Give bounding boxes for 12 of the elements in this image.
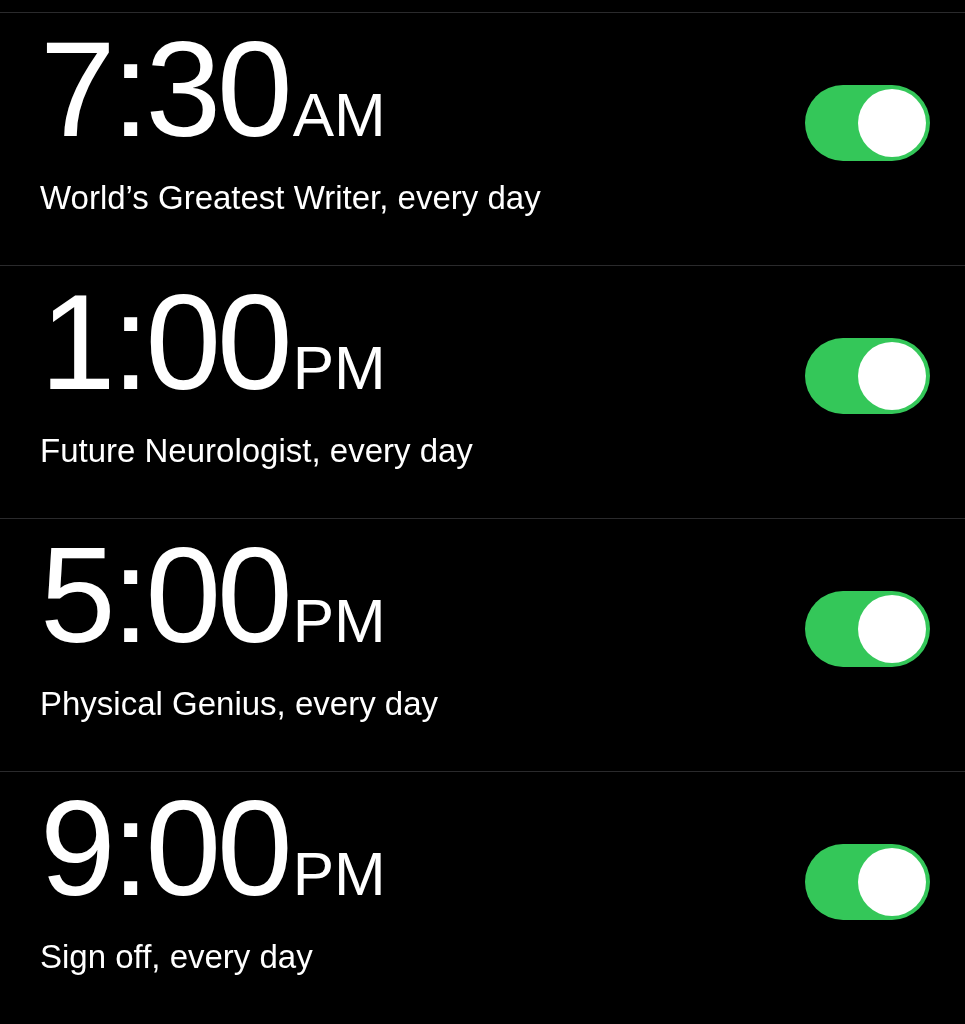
alarm-label: Future Neurologist, every day (40, 432, 474, 470)
alarm-label: Sign off, every day (40, 938, 314, 976)
alarm-time: 7:30 (40, 21, 289, 157)
alarm-time: 5:00 (40, 527, 289, 663)
alarm-period: PM (292, 590, 386, 652)
alarm-label: Physical Genius, every day (40, 685, 439, 723)
alarm-time: 1:00 (40, 274, 289, 410)
alarm-period: PM (292, 337, 386, 399)
alarm-time: 9:00 (40, 780, 289, 916)
alarm-period: AM (292, 84, 386, 146)
alarm-label: World’s Greatest Writer, every day (40, 179, 542, 217)
alarm-period: PM (292, 843, 386, 905)
